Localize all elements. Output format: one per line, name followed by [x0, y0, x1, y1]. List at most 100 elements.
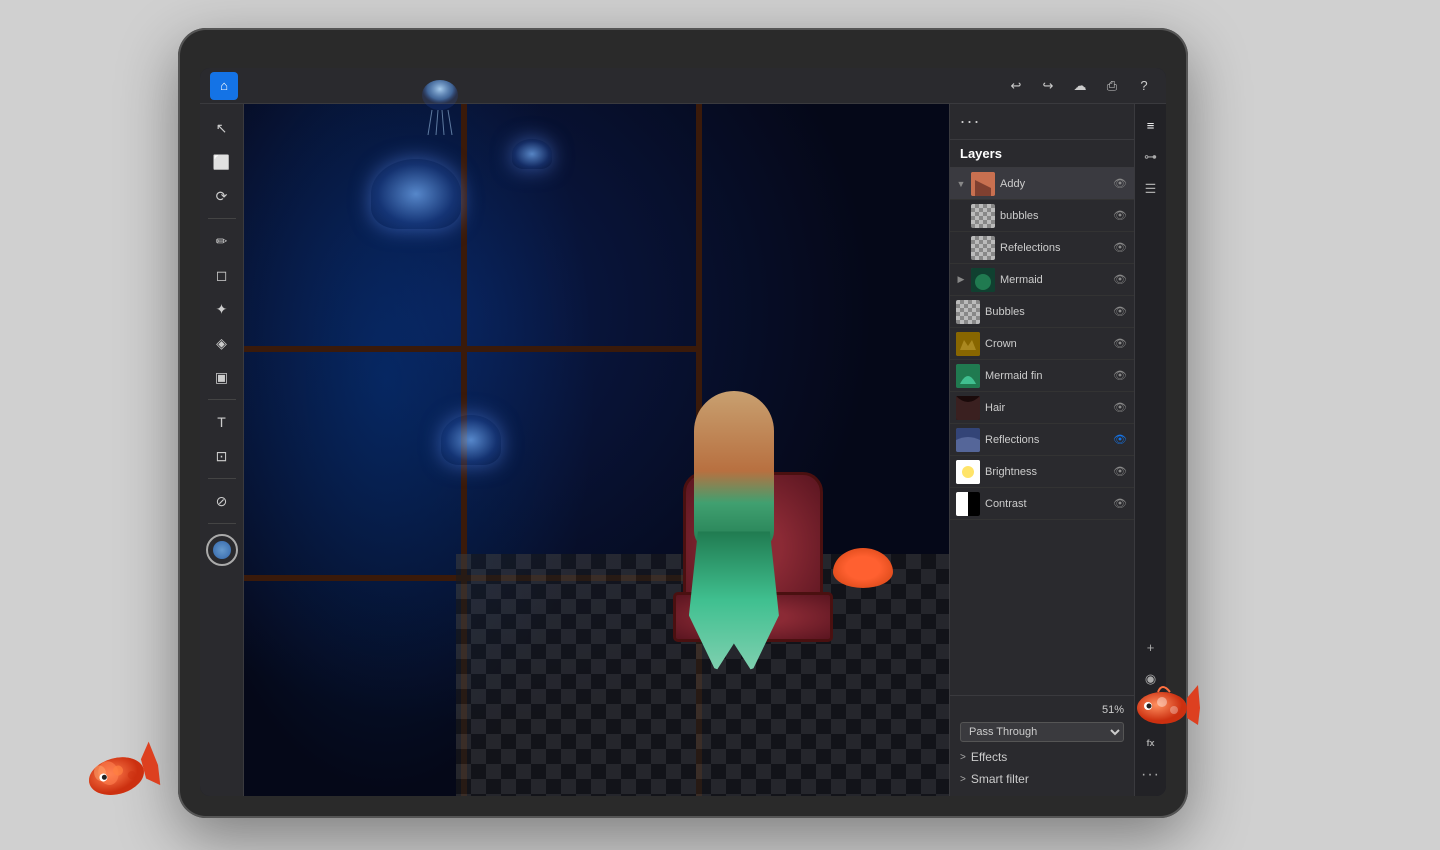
- ipad-device: ⌂ ↩ ↪ ☁ ⎙ ? ↖: [178, 28, 1188, 818]
- layer-name-brightness: Brightness: [985, 466, 1107, 478]
- bottom-panel: 51% Pass Through > Effects: [950, 695, 1134, 796]
- add-layer-button[interactable]: +: [1138, 634, 1164, 660]
- layer-row-reflections2[interactable]: Reflections 👁: [950, 424, 1134, 456]
- layer-name-addy: Addy: [1000, 178, 1107, 190]
- cloud-button[interactable]: ☁: [1068, 74, 1092, 98]
- share-button[interactable]: ⎙: [1100, 74, 1124, 98]
- layer-row-bubbles[interactable]: bubbles 👁: [950, 200, 1134, 232]
- jellyfish-3: [512, 139, 552, 169]
- layer-visibility-contrast[interactable]: 👁: [1112, 496, 1128, 512]
- fx-button[interactable]: fx: [1138, 730, 1164, 756]
- text-tool-button[interactable]: T: [204, 406, 240, 438]
- layer-thumb-bubbles2: [956, 300, 980, 324]
- blend-mode-row: Pass Through: [960, 718, 1124, 746]
- layer-thumb-mermaid-fin: [956, 364, 980, 388]
- zoom-value: 51%: [1102, 704, 1124, 716]
- eraser-tool-button[interactable]: ◻: [204, 259, 240, 291]
- collapse-arrow-mermaid[interactable]: ▶: [956, 275, 966, 285]
- layer-thumb-reflections2: [956, 428, 980, 452]
- tool-separator-3: [208, 478, 236, 479]
- left-toolbar: ↖ ⬜ ⟳ ✏ ◻ ✦ ◈ ▣ T ⊡ ⊘: [200, 104, 244, 796]
- blend-mode-select[interactable]: Pass Through: [960, 722, 1124, 742]
- more-options-button[interactable]: ···: [1138, 762, 1164, 788]
- undo-button[interactable]: ↩: [1004, 74, 1028, 98]
- layer-row-contrast[interactable]: Contrast 👁: [950, 488, 1134, 520]
- effects-label: Effects: [971, 750, 1007, 764]
- layer-name-bubbles: bubbles: [1000, 210, 1107, 222]
- goldfish-canvas: [833, 548, 893, 588]
- select-tool-button[interactable]: ↖: [204, 112, 240, 144]
- home-button[interactable]: ⌂: [210, 72, 238, 100]
- image-tool-button[interactable]: ⊡: [204, 440, 240, 472]
- collapse-arrow-addy[interactable]: ▼: [956, 179, 966, 189]
- layer-row-mermaid[interactable]: ▶ Mermaid 👁: [950, 264, 1134, 296]
- scene: ⌂ ↩ ↪ ☁ ⎙ ? ↖: [0, 0, 1440, 850]
- layer-name-reflections2: Reflections: [985, 434, 1107, 446]
- layer-visibility-mermaid-fin[interactable]: 👁: [1112, 368, 1128, 384]
- layers-icon: ≡: [1147, 118, 1155, 133]
- adjustments-panel-button[interactable]: ⊶: [1138, 144, 1164, 170]
- clone-stamp-button[interactable]: ✦: [204, 293, 240, 325]
- layer-thumb-crown: [956, 332, 980, 356]
- zoom-display: 51%: [960, 702, 1124, 718]
- header-left: ⌂: [210, 72, 238, 100]
- tool-separator-1: [208, 218, 236, 219]
- layer-visibility-bubbles2[interactable]: 👁: [1112, 304, 1128, 320]
- layer-thumb-bubbles: [971, 204, 995, 228]
- fill-button[interactable]: ▣: [204, 361, 240, 393]
- redo-button[interactable]: ↪: [1036, 74, 1060, 98]
- brush-size-indicator[interactable]: [206, 534, 238, 566]
- help-button[interactable]: ?: [1132, 74, 1156, 98]
- layer-row-hair[interactable]: Hair 👁: [950, 392, 1134, 424]
- more-dots-icon: ···: [1141, 766, 1160, 784]
- layer-visibility-crown[interactable]: 👁: [1112, 336, 1128, 352]
- layer-visibility-brightness[interactable]: 👁: [1112, 464, 1128, 480]
- layer-name-mermaid-fin: Mermaid fin: [985, 370, 1107, 382]
- properties-panel-button[interactable]: ☰: [1138, 176, 1164, 202]
- panel-more-icon[interactable]: ···: [958, 110, 982, 134]
- effects-row[interactable]: > Effects: [960, 746, 1124, 768]
- add-layer-icon: +: [1147, 640, 1155, 655]
- layers-panel-header: Layers: [950, 140, 1134, 168]
- layer-visibility-addy[interactable]: 👁: [1112, 176, 1128, 192]
- layer-name-mermaid: Mermaid: [1000, 274, 1107, 286]
- lasso-tool-button[interactable]: ⟳: [204, 180, 240, 212]
- rectangle-select-button[interactable]: ⬜: [204, 146, 240, 178]
- jellyfish-2: [441, 415, 501, 465]
- goldfish-bottom-right: [1130, 680, 1200, 730]
- layer-row-mermaid-fin[interactable]: Mermaid fin 👁: [950, 360, 1134, 392]
- layer-visibility-reflections2[interactable]: 👁: [1112, 432, 1128, 448]
- layers-panel-button[interactable]: ≡: [1138, 112, 1164, 138]
- layers-panel: Layers ▼ Addy 👁: [950, 140, 1134, 695]
- layer-thumb-brightness: [956, 460, 980, 484]
- layers-panel-title: Layers: [960, 146, 1002, 161]
- goldfish-bottom-left: [74, 731, 167, 810]
- layer-row-brightness[interactable]: Brightness 👁: [950, 456, 1134, 488]
- layer-thumb-hair: [956, 396, 980, 420]
- effects-arrow: >: [960, 752, 966, 763]
- canvas-area[interactable]: [244, 104, 949, 796]
- layer-visibility-mermaid[interactable]: 👁: [1112, 272, 1128, 288]
- smart-filter-row[interactable]: > Smart filter: [960, 768, 1124, 790]
- layer-row-crown[interactable]: Crown 👁: [950, 328, 1134, 360]
- layer-name-hair: Hair: [985, 402, 1107, 414]
- layer-visibility-bubbles[interactable]: 👁: [1112, 208, 1128, 224]
- layer-thumb-reflections: [971, 236, 995, 260]
- retouch-button[interactable]: ◈: [204, 327, 240, 359]
- layer-thumb-contrast: [956, 492, 980, 516]
- ipad-screen: ⌂ ↩ ↪ ☁ ⎙ ? ↖: [200, 68, 1166, 796]
- content-row: ↖ ⬜ ⟳ ✏ ◻ ✦ ◈ ▣ T ⊡ ⊘: [200, 104, 1166, 796]
- brush-inner: [213, 541, 231, 559]
- layer-row-addy[interactable]: ▼ Addy 👁: [950, 168, 1134, 200]
- layer-visibility-reflections[interactable]: 👁: [1112, 240, 1128, 256]
- home-icon: ⌂: [220, 78, 228, 93]
- adjust-icon: ⊶: [1144, 149, 1157, 165]
- layer-row-reflections[interactable]: Refelections 👁: [950, 232, 1134, 264]
- layer-name-reflections: Refelections: [1000, 242, 1107, 254]
- layer-row-bubbles2[interactable]: Bubbles 👁: [950, 296, 1134, 328]
- layer-visibility-hair[interactable]: 👁: [1112, 400, 1128, 416]
- brush-tool-button[interactable]: ✏: [204, 225, 240, 257]
- eyedropper-button[interactable]: ⊘: [204, 485, 240, 517]
- jellyfish-outside-top: [420, 80, 460, 135]
- layer-name-crown: Crown: [985, 338, 1107, 350]
